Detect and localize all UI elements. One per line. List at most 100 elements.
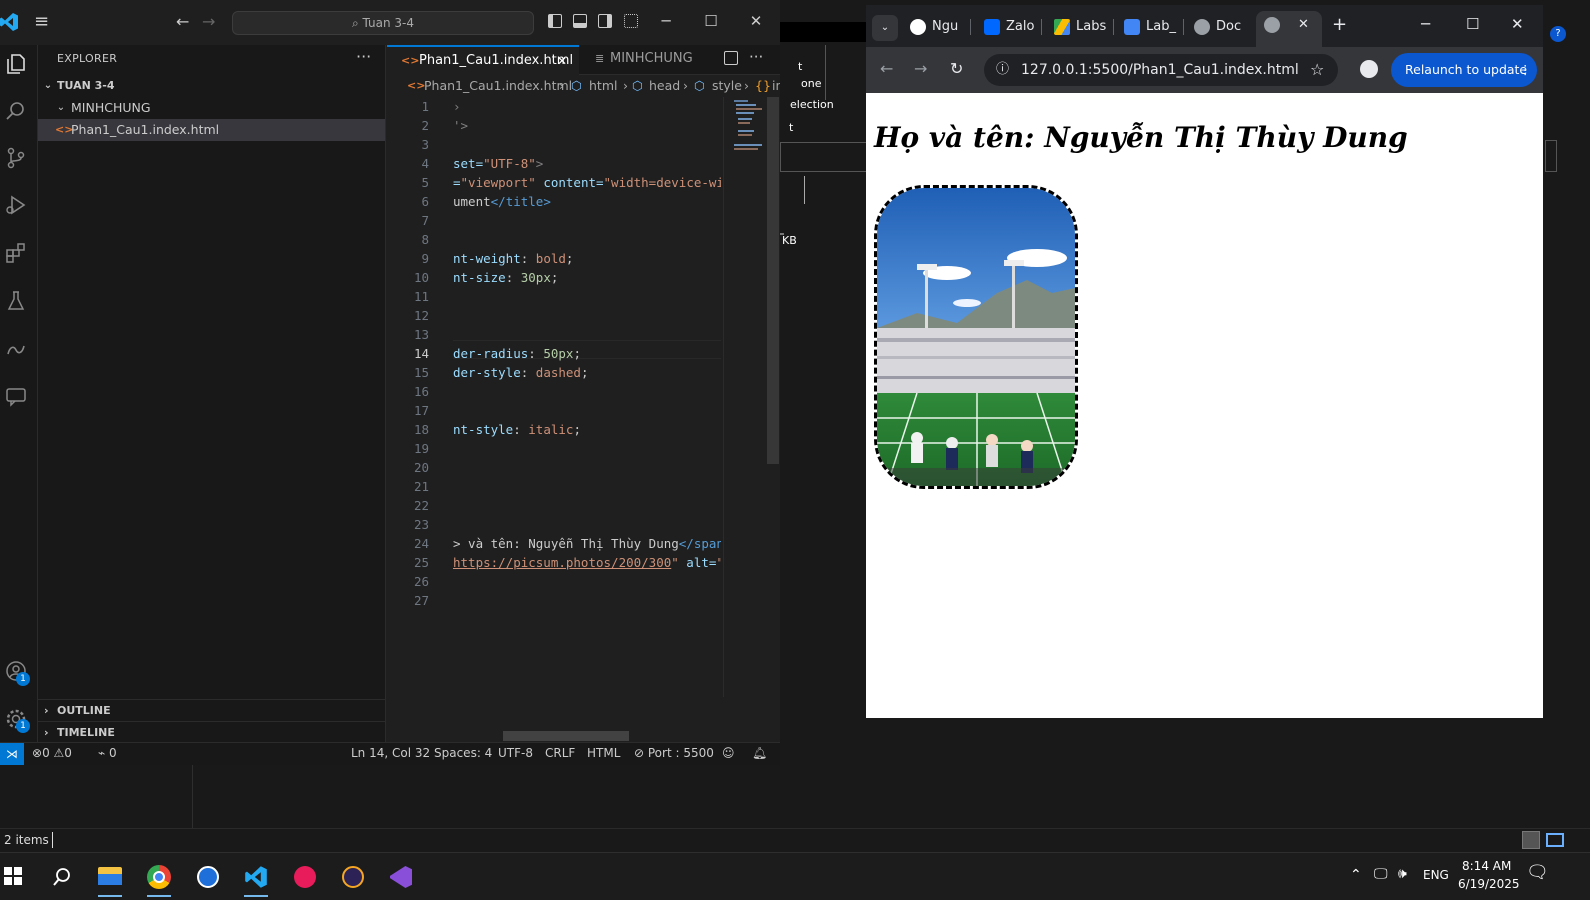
forward-arrow-icon[interactable]: → (914, 59, 927, 78)
remote-indicator-icon[interactable]: ⋊ (0, 743, 24, 765)
breadcrumb-html[interactable]: html (589, 75, 617, 97)
minimize-icon[interactable]: ─ (1421, 15, 1430, 33)
eol-setting[interactable]: CRLF (545, 746, 575, 760)
more-vertical-icon[interactable]: ⋮ (1519, 53, 1532, 87)
forward-arrow-icon[interactable]: → (202, 12, 215, 31)
chrome-window: ⌄ Ngu Zalo Labs Lab_ Doc ✕ + ─ ☐ ✕ ← → ↻ (866, 5, 1543, 718)
more-actions-icon[interactable]: ··· (356, 47, 371, 66)
cursor-position[interactable]: Ln 14, Col 32 (351, 746, 430, 760)
breadcrumb-style[interactable]: style (712, 75, 742, 97)
source-control-icon[interactable] (4, 146, 28, 170)
customize-layout-icon[interactable] (624, 14, 638, 28)
tab-search-chevron-icon[interactable]: ⌄ (872, 15, 898, 41)
tiles-view-button[interactable] (1546, 833, 1564, 847)
code-editor[interactable]: › '> set="UTF-8"> ="viewport" content="w… (453, 97, 721, 657)
network-icon[interactable]: 🖵︎ (1374, 866, 1388, 882)
indentation-setting[interactable]: Spaces: 4 (434, 746, 492, 760)
profile-avatar-icon[interactable] (1360, 60, 1378, 78)
chrome-tab-github[interactable]: Ngu (910, 13, 964, 41)
workspace-root[interactable]: ⌄ TUAN 3-4 (38, 75, 385, 97)
language-mode[interactable]: HTML (587, 746, 620, 760)
help-icon[interactable]: ? (1550, 26, 1566, 42)
site-info-icon[interactable]: ⓘ (996, 54, 1009, 86)
visual-studio-app-icon[interactable] (381, 857, 421, 897)
tab-minhchung[interactable]: ≣ MINHCHUNG (583, 45, 713, 75)
zalo-icon (984, 18, 1000, 35)
close-tab-icon[interactable]: ✕ (1298, 11, 1309, 39)
outline-section[interactable]: › OUTLINE (38, 699, 385, 721)
pinned-app-icon[interactable] (285, 857, 325, 897)
chat-icon[interactable] (4, 384, 28, 408)
line-number: 25 (413, 555, 429, 570)
breadcrumb-file[interactable]: Phan1_Cau1.index.html (424, 75, 572, 97)
search-icon[interactable] (52, 867, 72, 887)
file-explorer-app-icon[interactable] (90, 857, 130, 897)
line-number: 9 (421, 251, 429, 266)
breadcrumb-head[interactable]: head (649, 75, 680, 97)
new-tab-icon[interactable]: + (1332, 14, 1347, 35)
copilot-icon[interactable]: ☺ (722, 746, 735, 760)
live-server-status[interactable]: ⊘ Port : 5500 (634, 746, 714, 760)
outline-label: OUTLINE (57, 704, 111, 717)
chrome-tab-docs[interactable]: Lab_ (1124, 13, 1178, 41)
run-debug-icon[interactable] (4, 193, 28, 217)
tab-phan1-cau1[interactable]: <> Phan1_Cau1.index.html ✕ (387, 45, 579, 75)
close-window-icon[interactable]: ✕ (1511, 15, 1524, 33)
show-hidden-icons-icon[interactable]: ⌃ (1350, 867, 1362, 883)
bookmark-star-icon[interactable]: ☆ (1310, 54, 1324, 86)
search-icon[interactable] (4, 99, 28, 123)
ports-indicator[interactable]: ⌁ 0 (98, 746, 117, 760)
minimap[interactable] (723, 97, 766, 697)
problems-indicator[interactable]: ⊗0 ⚠0 (32, 746, 72, 760)
volume-icon[interactable]: 🕪︎ (1398, 866, 1407, 882)
chrome-app-icon[interactable] (139, 857, 179, 897)
details-view-button[interactable] (1522, 831, 1540, 849)
notification-center-icon[interactable]: 🗨︎ (1526, 862, 1549, 883)
back-arrow-icon[interactable]: ← (176, 12, 189, 31)
pinned-app-icon[interactable] (333, 857, 373, 897)
explorer-status-bar: 2 items (0, 828, 1590, 852)
horizontal-scrollbar[interactable] (503, 731, 629, 741)
chrome-tab-doc[interactable]: Doc (1194, 13, 1250, 41)
windows-start-icon[interactable] (4, 867, 22, 885)
chrome-tab-drive[interactable]: Labs (1054, 13, 1106, 41)
maximize-icon[interactable]: ☐ (701, 12, 721, 30)
relaunch-to-update-button[interactable]: Relaunch to update ⋮ (1391, 53, 1537, 87)
extensions-icon[interactable] (4, 241, 28, 265)
ribbon-fragment-4: t (789, 121, 794, 134)
title-bar: ≡ ← → ⌕ Tuan 3-4 ─ ☐ ✕ (0, 0, 780, 45)
language-indicator[interactable]: ENG (1423, 868, 1449, 882)
timeline-section[interactable]: › TIMELINE (38, 721, 385, 743)
minimize-icon[interactable]: ─ (656, 12, 676, 30)
close-window-icon[interactable]: ✕ (746, 12, 766, 30)
toggle-panel-icon[interactable] (573, 14, 587, 28)
warning-icon: ⚠ (53, 746, 65, 760)
file-label: Phan1_Cau1.index.html (71, 122, 220, 137)
clock-date[interactable]: 6/19/2025 (1458, 877, 1520, 891)
explorer-icon[interactable] (4, 52, 28, 76)
toggle-primary-sidebar-icon[interactable] (548, 14, 562, 28)
vertical-scrollbar[interactable] (767, 97, 779, 464)
vscode-app-icon[interactable] (236, 857, 276, 897)
menu-icon[interactable]: ≡ (34, 12, 52, 32)
back-arrow-icon[interactable]: ← (880, 59, 893, 78)
pinned-app-icon[interactable] (188, 857, 228, 897)
chrome-tab-active[interactable]: ✕ (1256, 11, 1322, 47)
breadcrumb-selector[interactable]: in (772, 75, 780, 97)
close-tab-icon[interactable]: ✕ (557, 47, 567, 75)
clock-time[interactable]: 8:14 AM (1462, 859, 1511, 873)
notifications-bell-icon[interactable]: 🔔︎ (752, 746, 767, 760)
tree-folder-minhchung[interactable]: ⌄ MINHCHUNG (38, 97, 385, 119)
maximize-icon[interactable]: ☐ (1466, 15, 1479, 33)
split-editor-icon[interactable] (724, 51, 738, 65)
toggle-secondary-sidebar-icon[interactable] (598, 14, 612, 28)
more-actions-icon[interactable]: ··· (749, 48, 763, 66)
command-center-search[interactable]: ⌕ Tuan 3-4 (232, 11, 534, 35)
tree-file-phan1[interactable]: <> Phan1_Cau1.index.html (38, 119, 385, 141)
remote-explorer-icon[interactable] (4, 336, 28, 360)
address-bar[interactable]: ⓘ 127.0.0.1:5500/Phan1_Cau1.index.html ☆ (984, 54, 1338, 86)
encoding-setting[interactable]: UTF-8 (498, 746, 533, 760)
testing-flask-icon[interactable] (4, 289, 28, 313)
chrome-tab-zalo[interactable]: Zalo (984, 13, 1036, 41)
reload-icon[interactable]: ↻ (950, 59, 963, 78)
